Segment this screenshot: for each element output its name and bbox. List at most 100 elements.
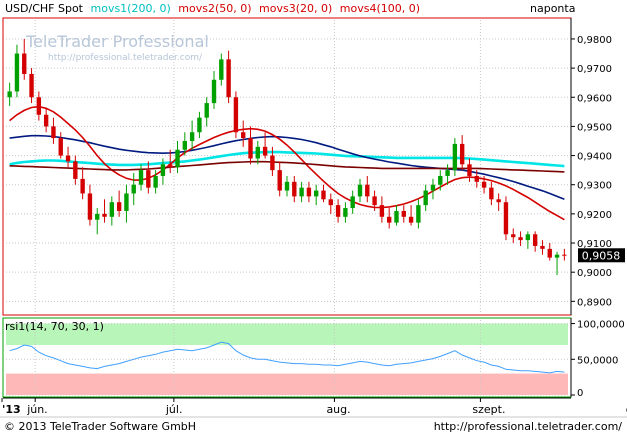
price-tick-label: 0,9500: [577, 122, 612, 133]
candle-body: [36, 97, 42, 115]
candle-body: [365, 184, 370, 197]
last-price-marker: 0,9058: [578, 248, 625, 263]
candle-body: [525, 234, 531, 241]
price-tick-label: 0,9600: [577, 93, 612, 104]
candle-body: [350, 196, 355, 209]
candle-body: [321, 190, 326, 200]
candle-body: [335, 205, 341, 217]
candle-body: [401, 210, 406, 217]
candle-body: [153, 175, 158, 188]
candle-body: [189, 132, 195, 141]
candle-body: [65, 155, 71, 162]
candle-body: [262, 146, 268, 156]
candle-body: [438, 175, 443, 185]
candle-body: [116, 202, 122, 211]
candle-body: [357, 184, 363, 197]
candle-body: [87, 193, 93, 220]
candle-body: [233, 97, 239, 133]
candle-body: [474, 175, 479, 182]
price-tick-label: 0,9800: [577, 35, 612, 46]
candle-body: [481, 181, 487, 188]
candle-body: [175, 149, 180, 168]
candle-body: [532, 234, 538, 246]
candle-body: [43, 114, 49, 127]
candle-body: [511, 234, 516, 238]
price-header: USD/CHF Spot movs1(200, 0) movs2(50, 0) …: [5, 2, 575, 15]
price-tick-label: 0,9000: [577, 268, 612, 279]
candle-body: [204, 103, 209, 118]
rsi-axis: 100,0000 50,0000 0: [570, 318, 625, 399]
price-tick-label: 0,9400: [577, 152, 612, 163]
rsi-label: rsi1(14, 70, 30, 1): [5, 320, 104, 333]
time-tick-label: jún.: [26, 403, 48, 416]
watermark: TeleTrader Professional http://professio…: [25, 32, 209, 63]
price-header-text: USD/CHF Spot movs1(200, 0) movs2(50, 0) …: [5, 2, 420, 15]
price-axis: 0,9800 0,9700 0,9600 0,9500 0,9400 0,9300 0,92…: [570, 18, 612, 315]
candle-body: [372, 196, 377, 206]
candle-body: [430, 184, 436, 191]
candle-body: [416, 205, 421, 223]
candle-body: [102, 213, 107, 217]
candle-body: [138, 170, 144, 185]
candle-body: [197, 117, 202, 133]
candle-body: [299, 187, 304, 197]
candle-body: [248, 138, 253, 159]
candle-body: [182, 140, 188, 150]
candle-body: [7, 91, 12, 98]
last-price-label: 0,9058: [582, 249, 621, 262]
candle-body: [124, 193, 129, 211]
candle-body: [160, 164, 166, 176]
candle-body: [95, 213, 100, 220]
candle-body: [452, 143, 458, 171]
candle-body: [467, 164, 472, 176]
indicator-label-4: movs4(100, 0): [340, 2, 420, 15]
candle-body: [277, 170, 282, 191]
candle-body: [219, 59, 224, 80]
candle-body: [109, 202, 115, 217]
price-tick-label: 0,9700: [577, 64, 612, 75]
candle-body: [394, 210, 399, 223]
candle-body: [58, 138, 63, 156]
candle-body: [73, 161, 78, 179]
candle-body: [270, 155, 275, 171]
candle-body: [22, 53, 27, 74]
candle-body: [168, 164, 173, 168]
candle-body: [503, 202, 509, 235]
footer-url: http://professional.teletrader.com/: [434, 420, 623, 433]
candle-body: [80, 178, 85, 194]
candle-body: [314, 190, 319, 197]
rsi-tick-label: 0: [577, 388, 583, 399]
rsi-tick-label: 50,0000: [577, 355, 618, 366]
candle-body: [51, 126, 56, 139]
candle-body: [284, 181, 290, 191]
rsi-tick-label: 100,0000: [577, 320, 625, 331]
candle-body: [292, 181, 297, 197]
candle-body: [146, 170, 151, 188]
candle-body: [343, 208, 348, 217]
candle-body: [445, 170, 450, 176]
instrument-label: USD/CHF Spot: [5, 2, 84, 15]
watermark-url: http://professional.teletrader.com/: [48, 53, 203, 63]
candle-body: [255, 146, 260, 159]
candle-body: [423, 190, 428, 206]
candle-body: [540, 245, 545, 249]
candle-body: [554, 254, 560, 258]
price-tick-label: 0,8900: [577, 297, 612, 308]
candle-body: [496, 199, 501, 203]
period-label: naponta: [530, 2, 575, 15]
chart-canvas: TeleTrader Professional http://professio…: [0, 2, 627, 433]
candle-body: [306, 187, 312, 197]
time-tick-label: júl.: [165, 403, 183, 416]
time-tick-label: aug.: [326, 403, 350, 416]
watermark-title-text: TeleTrader Professional: [25, 32, 209, 51]
time-tick-label: '13: [2, 403, 21, 416]
candle-body: [547, 248, 552, 258]
candle-body: [459, 143, 465, 165]
indicator-label-1: movs1(200, 0): [91, 2, 171, 15]
price-tick-label: 0,9200: [577, 210, 612, 221]
candle-body: [328, 199, 333, 206]
price-tick-label: 0,9300: [577, 181, 612, 192]
candle-body: [408, 216, 414, 223]
indicator-label-3: movs3(20, 0): [259, 2, 332, 15]
candle-body: [386, 216, 392, 223]
